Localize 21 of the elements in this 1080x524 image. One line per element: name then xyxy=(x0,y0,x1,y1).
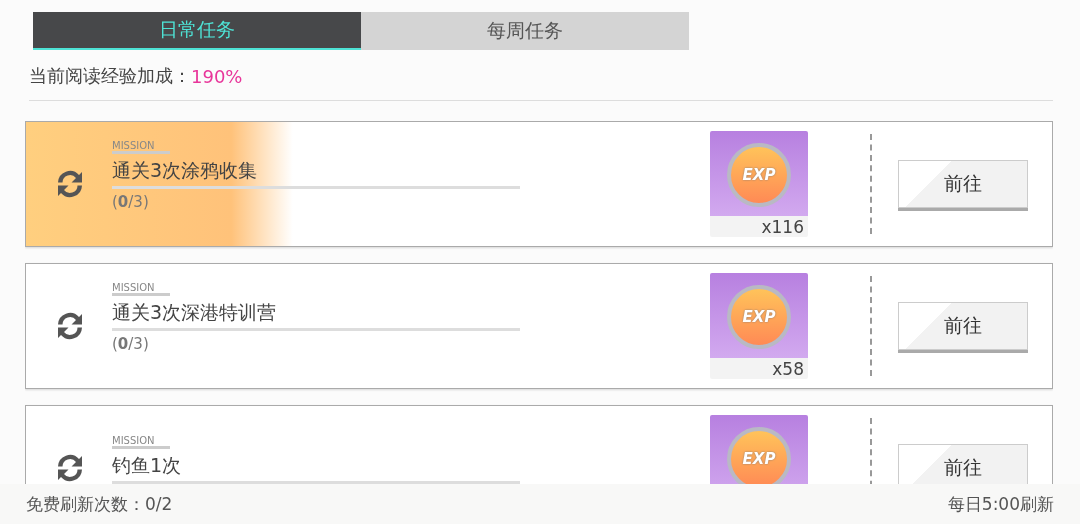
tab[interactable]: 每周任务 xyxy=(361,12,689,50)
go-button[interactable]: 前往 xyxy=(898,160,1028,208)
reward-count: x116 xyxy=(761,217,804,237)
mission-progress: (0/3) xyxy=(112,334,150,353)
exp-coin-icon: EXP xyxy=(727,143,791,207)
refresh-count: 免费刷新次数：0/2 xyxy=(26,492,173,516)
tab[interactable]: 日常任务 xyxy=(33,12,361,50)
go-button[interactable]: 前往 xyxy=(898,302,1028,350)
go-button[interactable]: 前往 xyxy=(898,444,1028,484)
mission-title: 通关3次涂鸦收集 xyxy=(112,153,520,189)
bonus-value: 190% xyxy=(191,65,243,87)
mission-tag: MISSION xyxy=(112,434,170,449)
mission-tag: MISSION xyxy=(112,139,170,154)
exp-coin-icon: EXP xyxy=(727,427,791,484)
bonus-label: 当前阅读经验加成： xyxy=(29,64,191,88)
mission-progress: (0/3) xyxy=(112,192,150,211)
reward-count: x58 xyxy=(772,359,804,379)
mission-tag: MISSION xyxy=(112,281,170,296)
mission-title: 通关3次深港特训营 xyxy=(112,295,520,331)
reset-time: 每日5:00刷新 xyxy=(947,492,1054,516)
exp-coin-icon: EXP xyxy=(727,285,791,349)
